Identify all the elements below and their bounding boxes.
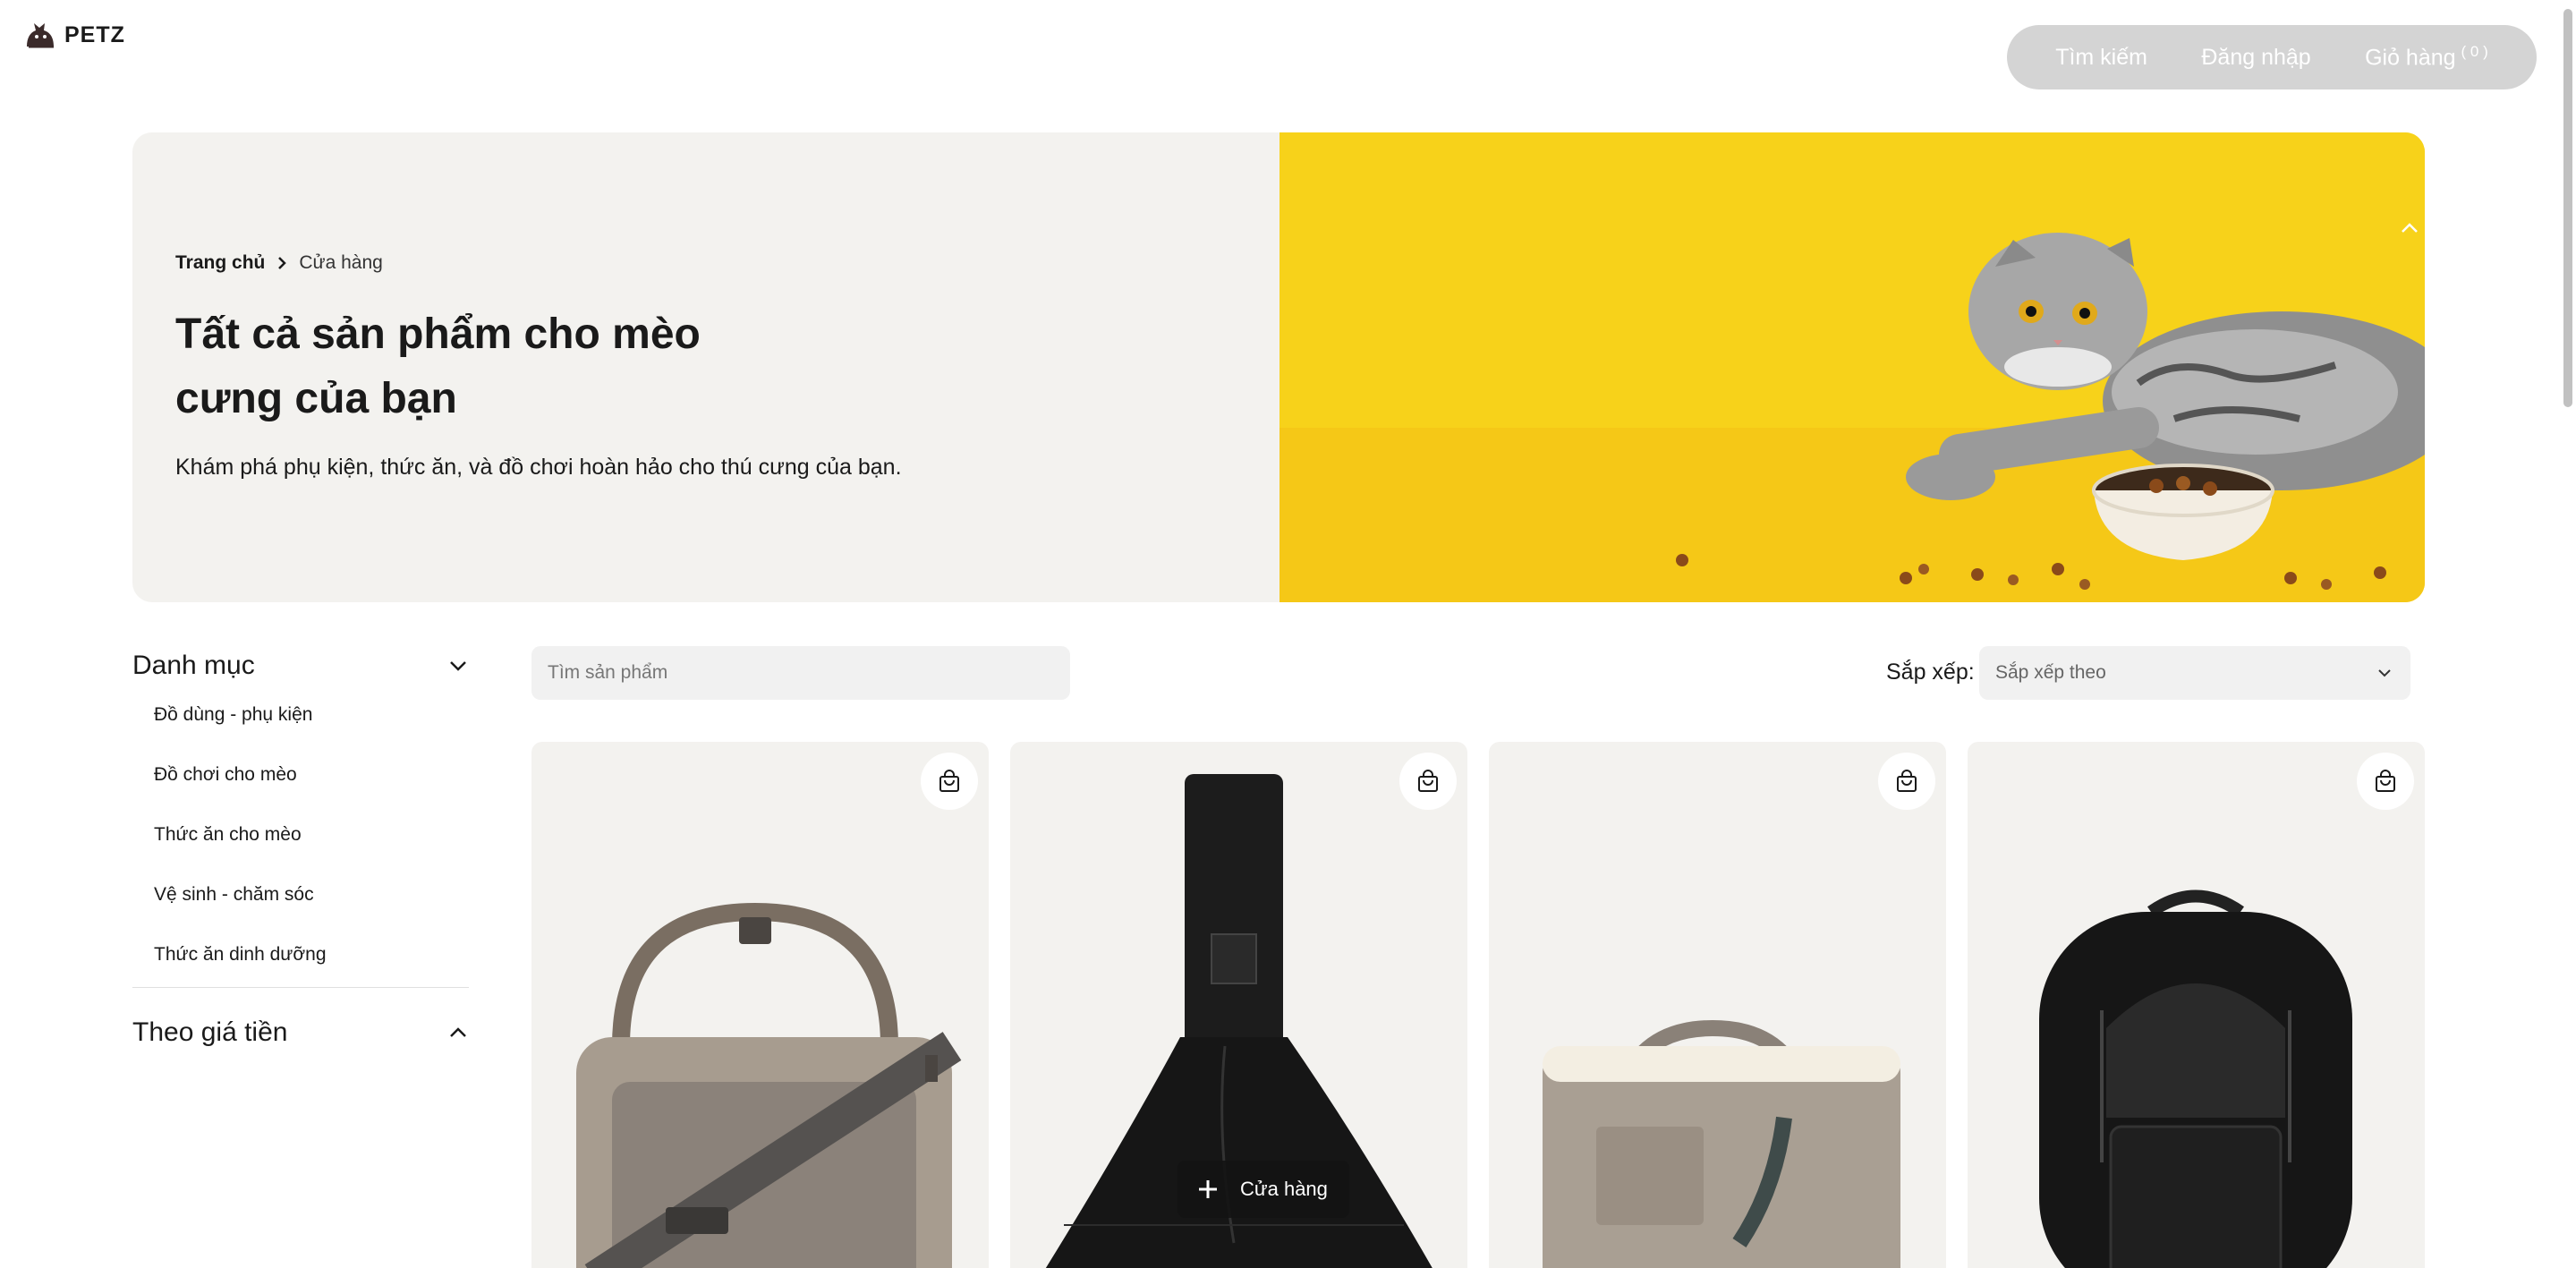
filter-sidebar: Danh mục Đồ dùng - phụ kiện Đồ chơi cho … [132, 644, 469, 1054]
scrollbar-thumb[interactable] [2563, 9, 2572, 407]
product-grid [531, 742, 2425, 1268]
sidebar-divider [132, 987, 469, 988]
nav-login-link[interactable]: Đăng nhập [2201, 45, 2310, 71]
sort-selected-value: Sắp xếp theo [1995, 662, 2106, 683]
add-to-cart-button[interactable] [1399, 753, 1457, 810]
floating-shop-label: Cửa hàng [1240, 1178, 1328, 1200]
shopping-bag-icon [1897, 770, 1917, 792]
category-title: Danh mục [132, 651, 255, 680]
chevron-down-icon [2378, 669, 2391, 677]
product-card[interactable] [531, 742, 989, 1268]
chevron-up-icon[interactable] [2400, 218, 2419, 238]
hero-cat-image [1279, 132, 2425, 602]
hero-text-panel: Trang chủ Cửa hàng Tất cả sản phẩm cho m… [132, 132, 1279, 602]
chevron-down-icon [450, 661, 466, 671]
breadcrumb-current: Cửa hàng [299, 252, 383, 273]
category-list: Đồ dùng - phụ kiện Đồ chơi cho mèo Thức … [132, 696, 469, 996]
category-toggle[interactable]: Danh mục [132, 644, 469, 687]
product-search-input[interactable] [531, 646, 1070, 700]
product-card[interactable] [1489, 742, 1946, 1268]
plus-icon [1199, 1180, 1217, 1198]
floating-shop-button[interactable]: Cửa hàng [1177, 1161, 1349, 1218]
page-scrollbar[interactable] [2562, 0, 2574, 1268]
shopping-bag-icon [2376, 770, 2395, 792]
cat-with-food-bowl-illustration [1279, 132, 2425, 602]
price-filter-toggle[interactable]: Theo giá tiền [132, 1011, 469, 1054]
add-to-cart-button[interactable] [1878, 753, 1935, 810]
hero-banner: Trang chủ Cửa hàng Tất cả sản phẩm cho m… [132, 132, 2425, 602]
category-item[interactable]: Vệ sinh - chăm sóc [154, 876, 469, 936]
cart-count-badge: ( 0 ) [2461, 43, 2488, 61]
page-title: Tất cả sản phẩm cho mèo cưng của bạn [175, 311, 701, 422]
nav-cart-link[interactable]: Giỏ hàng ( 0 ) [2365, 43, 2488, 71]
add-to-cart-button[interactable] [2357, 753, 2414, 810]
brand-logo[interactable]: PETZ [23, 20, 125, 50]
hero-description: Khám phá phụ kiện, thức ăn, và đồ chơi h… [175, 455, 902, 480]
top-nav: Tìm kiếm Đăng nhập Giỏ hàng ( 0 ) [2007, 25, 2537, 89]
price-filter-title: Theo giá tiền [132, 1017, 288, 1047]
category-item[interactable]: Thức ăn cho mèo [154, 816, 469, 876]
cat-logo-icon [27, 23, 54, 48]
nav-search-link[interactable]: Tìm kiếm [2055, 45, 2147, 71]
sort-label: Sắp xếp: [1886, 660, 1975, 685]
category-item[interactable]: Đồ chơi cho mèo [154, 756, 469, 816]
chevron-up-icon [450, 1027, 466, 1037]
sort-dropdown[interactable]: Sắp xếp theo [1979, 646, 2410, 700]
product-card[interactable] [1968, 742, 2425, 1268]
pet-tote-carrier-image [1543, 1019, 1900, 1268]
nav-cart-label: Giỏ hàng [2365, 45, 2456, 71]
shopping-bag-icon [1418, 770, 1438, 792]
breadcrumb-chevron-right-icon [278, 257, 287, 269]
pet-carrier-bag-image [576, 902, 962, 1268]
breadcrumb-home-link[interactable]: Trang chủ [175, 252, 265, 274]
category-item[interactable]: Đồ dùng - phụ kiện [154, 696, 469, 756]
breadcrumb: Trang chủ Cửa hàng [175, 252, 383, 274]
add-to-cart-button[interactable] [921, 753, 978, 810]
brand-name: PETZ [64, 21, 125, 47]
shopping-bag-icon [939, 770, 959, 792]
pet-backpack-image [2039, 889, 2352, 1268]
